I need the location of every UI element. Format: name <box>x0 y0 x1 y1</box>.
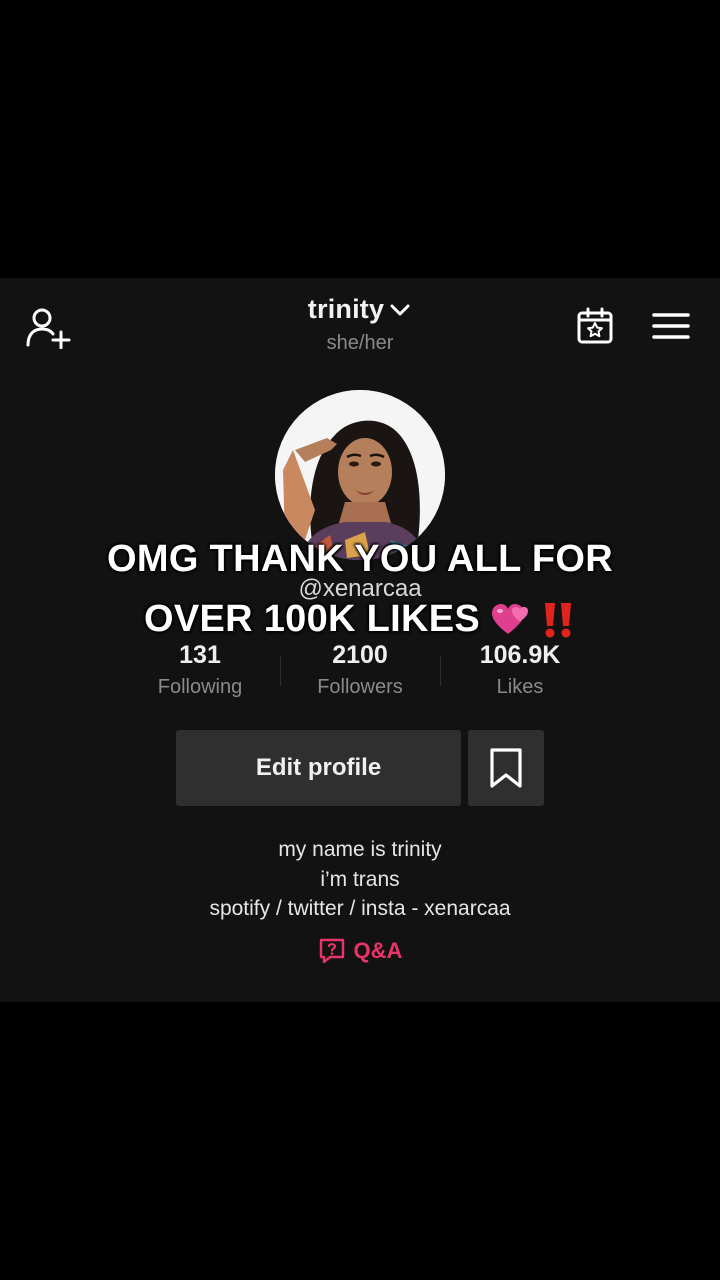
bookmark-icon <box>490 748 522 788</box>
stat-followers[interactable]: 2100 Followers <box>280 638 440 702</box>
overlay-caption-line-2: OVER 100K LIKES <box>0 598 720 641</box>
overlay-caption-line-2-text: OVER 100K LIKES <box>143 598 481 640</box>
stat-likes-value: 106.9K <box>479 641 561 669</box>
overlay-caption-line-1: OMG THANK YOU ALL FOR <box>107 538 613 580</box>
bio: my name is trinity i’m trans spotify / t… <box>0 835 720 924</box>
hamburger-menu-icon[interactable] <box>648 306 694 346</box>
bookmark-button[interactable] <box>468 730 544 806</box>
edit-profile-button[interactable]: Edit profile <box>176 730 461 806</box>
double-exclamation-emoji-icon <box>540 600 576 640</box>
two-hearts-emoji-icon <box>488 600 532 640</box>
avatar[interactable] <box>275 390 445 560</box>
stat-likes[interactable]: 106.9K Likes <box>440 638 600 702</box>
bio-line: spotify / twitter / insta - xenarcaa <box>209 897 511 920</box>
stat-following-value: 131 <box>179 641 221 669</box>
bio-line: my name is trinity <box>278 838 442 861</box>
stat-following-label: Following <box>157 676 243 698</box>
screen: trinity she/her @xenarcaa OMG THANK YOU … <box>0 0 720 1280</box>
qa-link[interactable]: Q&A <box>0 937 720 965</box>
stat-likes-label: Likes <box>496 676 544 698</box>
calendar-star-icon[interactable] <box>572 303 618 349</box>
username: trinity <box>307 294 385 324</box>
chevron-down-icon <box>390 304 410 315</box>
stat-followers-value: 2100 <box>332 641 388 669</box>
stat-following[interactable]: 131 Following <box>120 638 280 702</box>
stat-followers-label: Followers <box>317 676 403 698</box>
qa-label: Q&A <box>353 938 403 963</box>
bio-line: i’m trans <box>320 867 400 891</box>
question-chat-icon <box>319 938 344 964</box>
profile-stats: 131 Following 2100 Followers 106.9K Like… <box>120 638 600 708</box>
